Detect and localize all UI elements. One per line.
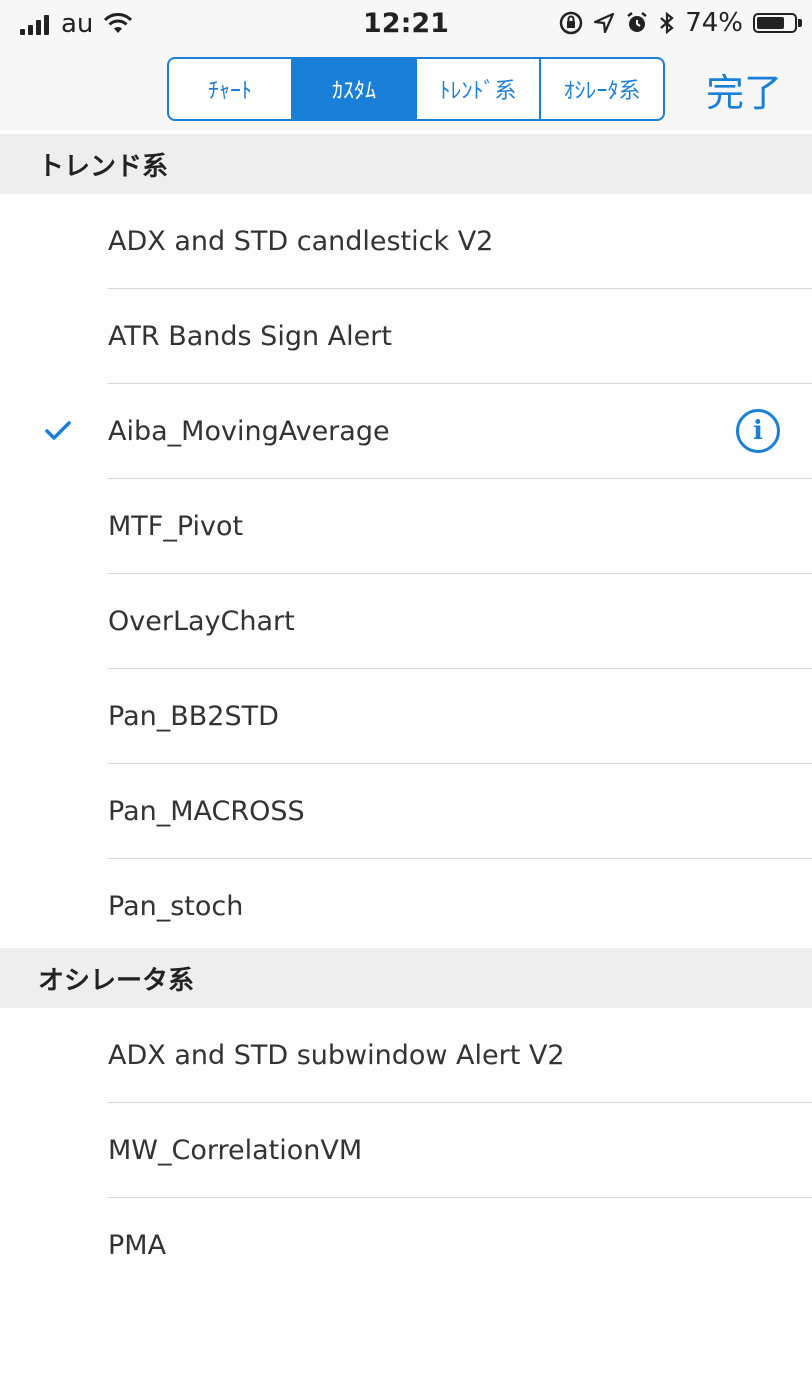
item-label: OverLayChart — [108, 606, 295, 637]
list-item-selected[interactable]: Aiba_MovingAverage i — [0, 384, 812, 479]
list-item[interactable]: MTF_Pivot — [0, 479, 812, 574]
tab-trend[interactable]: ﾄﾚﾝﾄﾞ系 — [417, 59, 541, 119]
item-label: Pan_stoch — [108, 891, 244, 922]
bluetooth-icon — [660, 11, 674, 35]
segmented-control: ﾁｬｰﾄ ｶｽﾀﾑ ﾄﾚﾝﾄﾞ系 ｵｼﾚｰﾀ系 — [167, 57, 665, 121]
item-label: ATR Bands Sign Alert — [108, 321, 392, 352]
item-label: MW_CorrelationVM — [108, 1135, 363, 1166]
list-item[interactable]: ATR Bands Sign Alert — [0, 289, 812, 384]
list-item[interactable]: ADX and STD candlestick V2 — [0, 194, 812, 289]
nav-bar: ﾁｬｰﾄ ｶｽﾀﾑ ﾄﾚﾝﾄﾞ系 ｵｼﾚｰﾀ系 完了 — [0, 46, 812, 130]
checkmark-icon — [45, 421, 71, 440]
item-label: Pan_MACROSS — [108, 796, 305, 827]
empty-area — [0, 1288, 812, 1382]
item-label: ADX and STD subwindow Alert V2 — [108, 1040, 565, 1071]
list-item[interactable]: Pan_stoch — [0, 859, 812, 954]
item-label: MTF_Pivot — [108, 511, 244, 542]
list-item[interactable]: Pan_MACROSS — [0, 764, 812, 859]
list-item[interactable]: MW_CorrelationVM — [0, 1103, 812, 1198]
section-header-trend: トレンド系 — [0, 134, 812, 194]
section-header-oscillator: オシレータ系 — [0, 948, 812, 1008]
item-label: Pan_BB2STD — [108, 701, 279, 732]
tab-oscillator[interactable]: ｵｼﾚｰﾀ系 — [541, 59, 663, 119]
done-button[interactable]: 完了 — [706, 62, 782, 117]
info-icon[interactable]: i — [736, 409, 780, 453]
list-item[interactable]: ADX and STD subwindow Alert V2 — [0, 1008, 812, 1103]
list-item[interactable]: OverLayChart — [0, 574, 812, 669]
list-item[interactable]: Pan_BB2STD — [0, 669, 812, 764]
battery-fill — [757, 17, 784, 29]
tab-chart[interactable]: ﾁｬｰﾄ — [169, 59, 293, 119]
battery-percent: 74% — [685, 8, 743, 38]
location-icon — [594, 12, 615, 34]
status-bar: au 12:21 74% — [0, 0, 812, 46]
tab-custom[interactable]: ｶｽﾀﾑ — [293, 59, 417, 119]
battery-icon — [753, 13, 797, 33]
item-label: ADX and STD candlestick V2 — [108, 226, 494, 257]
item-label: Aiba_MovingAverage — [108, 416, 390, 447]
item-label: PMA — [108, 1230, 167, 1261]
status-right: 74% — [559, 8, 802, 38]
alarm-icon — [627, 12, 647, 32]
lock-rotation-icon — [559, 11, 583, 35]
list-item[interactable]: PMA — [0, 1198, 812, 1293]
